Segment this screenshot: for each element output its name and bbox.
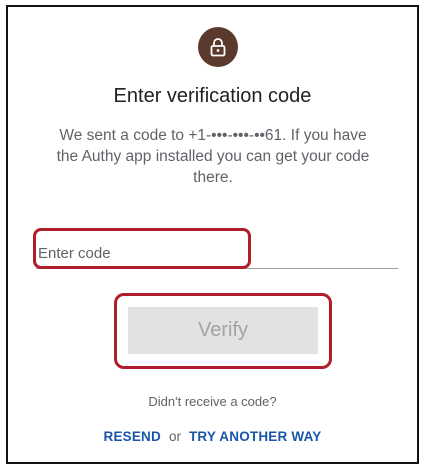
verification-dialog: Enter verification code We sent a code t… <box>6 5 419 464</box>
resend-link[interactable]: RESEND <box>104 429 161 444</box>
help-links: RESEND or TRY ANOTHER WAY <box>8 429 417 445</box>
try-another-way-link[interactable]: TRY ANOTHER WAY <box>189 429 322 444</box>
or-separator: or <box>168 429 181 444</box>
no-code-prompt: Didn't receive a code? <box>148 394 277 409</box>
verification-description: We sent a code to +1-•••-•••-••61. If yo… <box>56 127 370 186</box>
code-input[interactable] <box>36 239 398 269</box>
verify-button[interactable]: Verify <box>128 307 318 354</box>
lock-badge <box>198 27 238 67</box>
code-field <box>36 229 398 273</box>
lock-icon <box>210 38 226 57</box>
page-title: Enter verification code <box>113 85 312 107</box>
